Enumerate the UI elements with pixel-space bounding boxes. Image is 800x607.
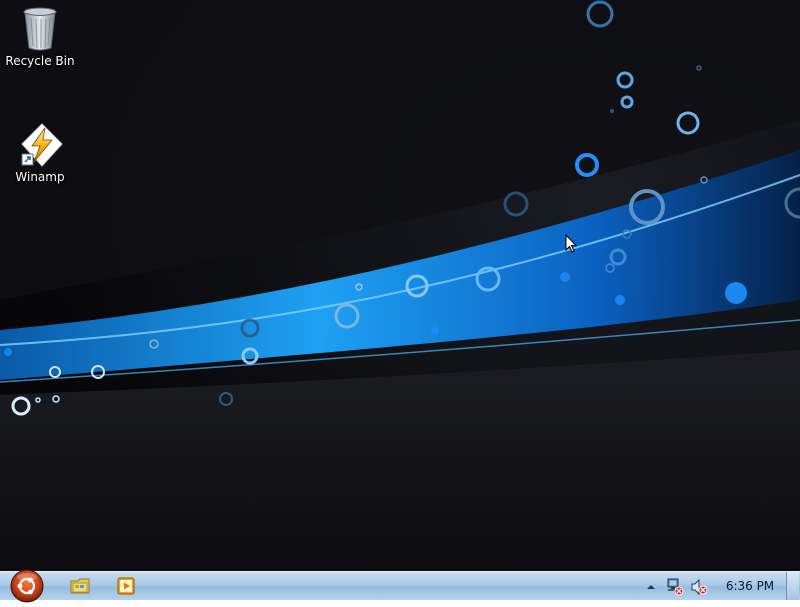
show-desktop-button[interactable] [786, 572, 799, 600]
taskbar: 6:36 PM [0, 569, 800, 603]
taskbar-clock[interactable]: 6:36 PM [716, 572, 784, 600]
media-player-icon [117, 577, 135, 595]
taskbar-media-player-button[interactable] [106, 574, 146, 598]
desktop-icon-label: Recycle Bin [5, 54, 75, 68]
network-disconnected-icon [667, 578, 684, 596]
wallpaper [0, 0, 800, 571]
winamp-icon [20, 122, 63, 167]
desktop-icon-winamp[interactable]: Winamp [2, 122, 78, 184]
taskbar-explorer-button[interactable] [60, 574, 100, 598]
desktop-icon-recycle-bin[interactable]: Recycle Bin [2, 6, 78, 68]
chevron-up-icon [647, 585, 655, 589]
mouse-pointer-icon [565, 234, 578, 253]
recycle-bin-icon [20, 6, 60, 51]
volume-muted-icon [691, 578, 708, 596]
start-button[interactable] [8, 569, 46, 603]
network-status-button[interactable] [666, 578, 684, 596]
windows-explorer-icon [70, 578, 90, 594]
ubuntu-start-orb-icon [10, 569, 44, 603]
desktop-icon-label: Winamp [15, 170, 65, 184]
show-hidden-icons-button[interactable] [644, 579, 658, 593]
volume-button[interactable] [690, 578, 708, 596]
desktop[interactable]: Recycle Bin Winamp [0, 0, 800, 571]
